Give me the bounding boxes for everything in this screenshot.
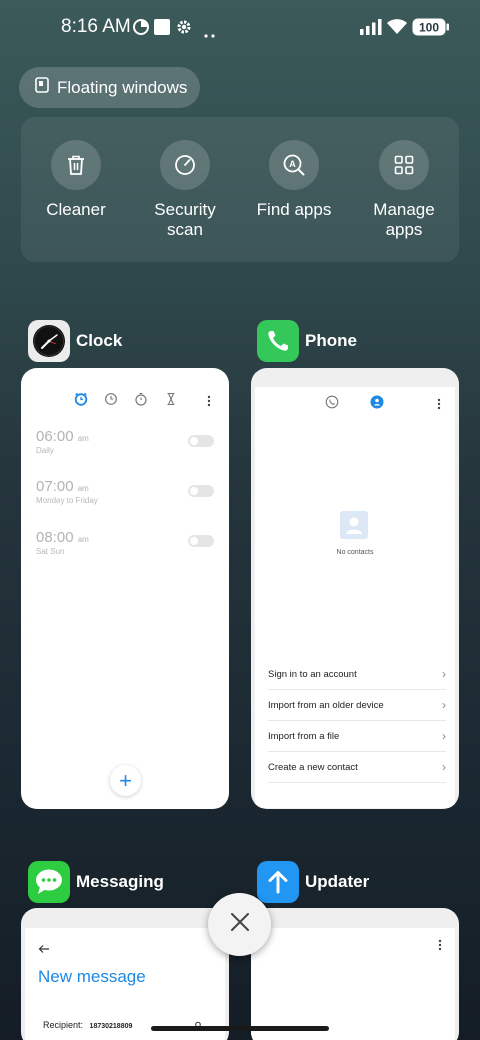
alarm-time: 06:00 [36,428,74,445]
no-contacts-text: No contacts [336,549,374,556]
svg-text:A: A [289,159,296,169]
updater-app-header[interactable]: Updater [257,861,369,903]
messaging-app-icon [28,861,70,903]
alarm-item[interactable]: 07:00 am Monday to Friday [36,478,98,505]
status-bar: 8:16 AM 100 [0,0,480,56]
clock-app-name: Clock [76,331,123,350]
home-indicator[interactable] [151,1026,329,1031]
new-message-title: New message [38,967,146,986]
clock-app-icon [28,320,70,362]
chevron-right-icon: › [442,729,446,743]
import-file-option[interactable]: Import from a file › [268,721,446,752]
floating-windows-button[interactable]: Floating windows [19,67,200,108]
contact-placeholder-icon [340,511,368,544]
trash-icon [51,140,101,190]
recipient-row[interactable]: Recipient: 18730218809 [43,1020,132,1030]
clock-more-icon[interactable] [207,394,211,412]
alarm-toggle[interactable] [188,485,214,497]
alarm-days: Monday to Friday [36,496,98,505]
gear-icon [176,19,192,40]
updater-app-card[interactable] [251,908,459,1040]
chevron-right-icon: › [442,667,446,681]
updater-app-content [251,928,455,1040]
option-label: Sign in to an account [268,668,357,680]
security-scan-label: Security scan [154,200,216,239]
grid-icon [379,140,429,190]
floating-windows-label: Floating windows [57,77,188,97]
import-older-device-option[interactable]: Import from an older device › [268,690,446,721]
cleaner-button[interactable]: Cleaner [21,140,131,220]
alarm-days: Daily [36,446,54,455]
alarm-time: 08:00 [36,529,74,546]
search-app-icon: A [269,140,319,190]
close-icon [229,911,251,938]
signal-icon [360,19,382,40]
alarm-tab-icon[interactable] [74,392,88,411]
phone-app-name: Phone [305,331,357,350]
contacts-tab-icon[interactable] [370,395,384,414]
world-clock-tab-icon[interactable] [104,392,118,411]
security-scan-button[interactable]: Security scan [130,140,240,240]
floating-window-icon [35,77,49,98]
stopwatch-tab-icon[interactable] [134,392,148,411]
alarm-days: Sat Sun [36,547,65,556]
status-time: 8:16 AM [61,16,131,37]
timer-tab-icon[interactable] [164,392,178,411]
phone-more-icon[interactable] [437,397,441,415]
battery-level: 100 [419,21,439,35]
sign-in-option[interactable]: Sign in to an account › [268,659,446,690]
option-label: Import from a file [268,730,340,742]
messaging-app-name: Messaging [76,872,164,891]
add-alarm-button[interactable]: + [110,765,141,796]
messaging-app-header[interactable]: Messaging [28,861,164,903]
messaging-app-content: New message Recipient: 18730218809 [25,928,225,1040]
wifi-icon [386,18,408,40]
alarm-item[interactable]: 08:00 am Sat Sun [36,529,89,556]
clock-app-header[interactable]: Clock [28,320,122,362]
updater-more-icon[interactable] [438,938,442,956]
chevron-right-icon: › [442,760,446,774]
manage-apps-button[interactable]: Manage apps [349,140,459,240]
find-apps-button[interactable]: A Find apps [239,140,349,220]
phone-app-content: No contacts Sign in to an account › Impo… [255,387,455,808]
more-dots-icon [204,25,216,43]
create-contact-option[interactable]: Create a new contact › [268,752,446,783]
alarm-toggle[interactable] [188,435,214,447]
alarm-ampm: am [77,434,89,443]
cleaner-label: Cleaner [46,200,106,219]
updater-app-name: Updater [305,872,370,891]
gauge-icon [160,140,210,190]
recents-tab-icon[interactable] [325,395,339,414]
clock-app-card[interactable]: 06:00 am Daily 07:00 am Monday to Friday… [21,368,229,809]
messaging-app-card[interactable]: New message Recipient: 18730218809 [21,908,229,1040]
clear-all-button[interactable] [208,893,271,956]
battery-icon: 100 [412,18,450,41]
alarm-ampm: am [77,535,89,544]
manage-apps-label: Manage apps [373,200,435,239]
recipient-label: Recipient: [43,1020,84,1030]
alarm-ampm: am [77,484,89,493]
option-label: Import from an older device [268,699,384,711]
clock-tabs [21,392,229,408]
option-label: Create a new contact [268,761,358,773]
alarm-item[interactable]: 06:00 am Daily [36,428,89,455]
chevron-right-icon: › [442,698,446,712]
back-arrow-icon[interactable] [38,941,50,959]
square-icon [154,19,170,40]
recipient-value: 18730218809 [89,1023,133,1030]
phone-app-card[interactable]: No contacts Sign in to an account › Impo… [251,368,459,809]
quick-actions-panel: Cleaner Security scan A Find apps Manage… [21,117,459,262]
phone-app-icon [257,320,299,362]
updater-app-icon [257,861,299,903]
alarm-time: 07:00 [36,478,74,495]
data-saver-icon [133,19,149,40]
find-apps-label: Find apps [256,200,332,219]
alarm-toggle[interactable] [188,535,214,547]
phone-app-header[interactable]: Phone [257,320,357,362]
